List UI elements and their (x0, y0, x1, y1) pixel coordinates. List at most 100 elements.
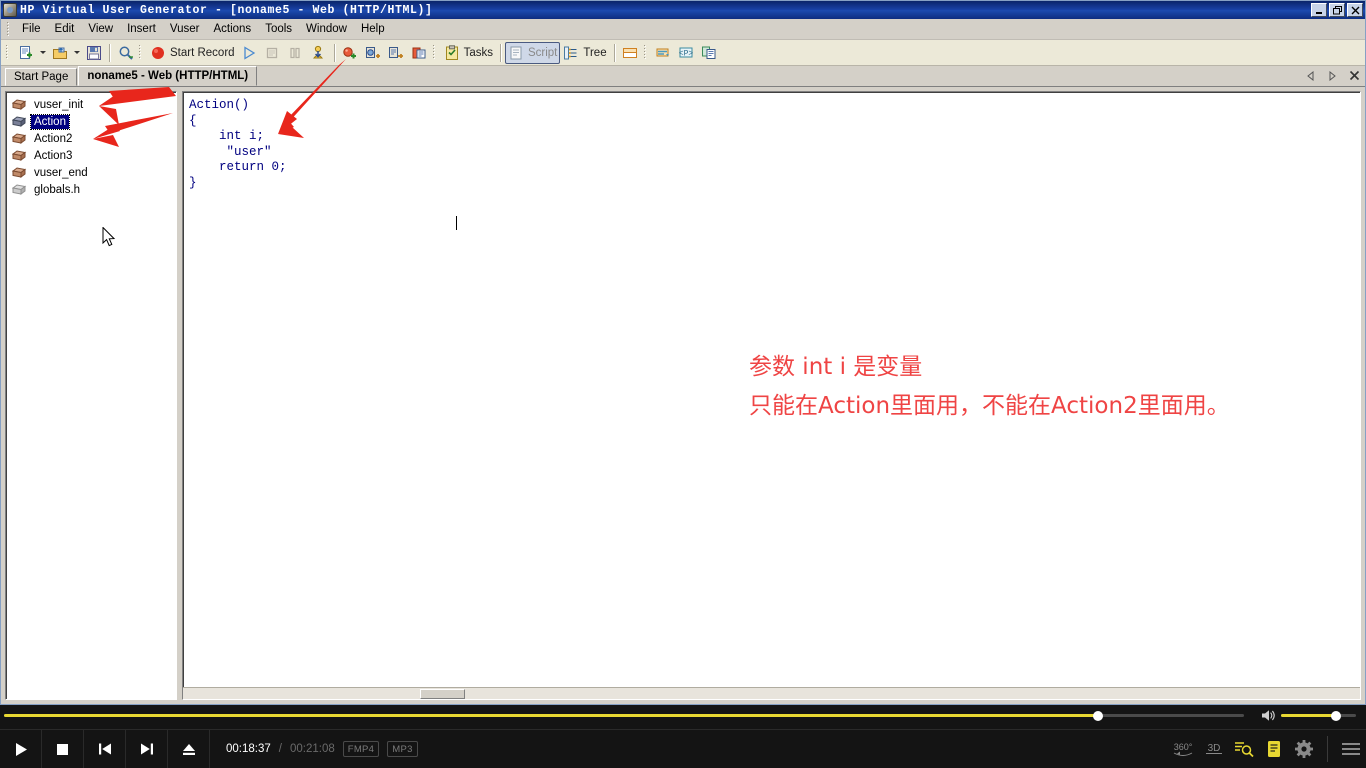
tab-noname5-label: noname5 - Web (HTTP/HTML) (87, 70, 249, 82)
parameter-button[interactable]: <P> (675, 42, 698, 64)
progress-handle[interactable] (1093, 711, 1103, 721)
tree-item-label: vuser_init (34, 98, 84, 111)
volume-slider[interactable] (1281, 710, 1356, 721)
action-block-icon (12, 115, 27, 127)
window-controls (1311, 3, 1363, 17)
open-script-dropdown[interactable] (71, 42, 82, 64)
toolbar-grip-2[interactable] (138, 45, 143, 61)
video-player-bar: 00:18:37 / 00:21:08 FMP4 MP3 360° 3D (0, 705, 1366, 768)
main-toolbar: Start Record Tasks Script Tree <P> (1, 40, 1365, 66)
open-script-button[interactable] (48, 42, 71, 64)
progress-bar[interactable] (4, 714, 1244, 717)
comment-button[interactable] (408, 42, 431, 64)
eject-button[interactable] (168, 729, 210, 768)
previous-track-button[interactable] (84, 729, 126, 768)
script-view-button[interactable]: Script (504, 41, 561, 64)
code-editor[interactable]: Action() { int i; "user" return 0; } (183, 92, 1360, 191)
menu-insert[interactable]: Insert (120, 21, 163, 37)
stop-button[interactable] (261, 42, 284, 64)
toolbar-sep-4 (613, 43, 615, 62)
scrollbar-thumb[interactable] (420, 689, 465, 699)
search-zoom-icon[interactable] (1229, 730, 1259, 768)
tree-item-label: Action3 (34, 149, 73, 162)
code-line: { (189, 113, 197, 128)
restore-icon[interactable] (1329, 3, 1345, 17)
tree-item-action2[interactable]: Action2 (12, 130, 176, 147)
tab-noname5[interactable]: noname5 - Web (HTTP/HTML) (78, 66, 258, 86)
menu-edit[interactable]: Edit (48, 21, 82, 37)
new-script-dropdown[interactable] (37, 42, 48, 64)
menu-window[interactable]: Window (299, 21, 354, 37)
annotation-line-2: 只能在Action里面用，不能在Action2里面用。 (749, 393, 1230, 419)
zoom-button[interactable] (114, 42, 137, 64)
toolbar-sep-2 (333, 43, 335, 62)
volume-handle[interactable] (1331, 710, 1341, 721)
notes-icon[interactable] (1259, 730, 1289, 768)
code-line: Action() (189, 98, 250, 112)
tab-start-page[interactable]: Start Page (5, 68, 78, 86)
stop-button[interactable] (42, 729, 84, 768)
screen-root: HP Virtual User Generator - [noname5 - W… (0, 0, 1366, 768)
3d-view-icon[interactable]: 3D (1199, 730, 1229, 768)
menu-grip[interactable] (6, 21, 11, 38)
recording-options-button[interactable] (652, 42, 675, 64)
annotation-text: 参数 int i 是变量 只能在Action里面用，不能在Action2里面用。 (749, 348, 1230, 426)
menu-help[interactable]: Help (354, 21, 392, 37)
script-view-label: Script (527, 46, 558, 59)
tree-item-action3[interactable]: Action3 (12, 147, 176, 164)
think-time-button[interactable] (385, 42, 408, 64)
pause-button[interactable] (284, 42, 307, 64)
menu-tools[interactable]: Tools (258, 21, 299, 37)
tree-item-action[interactable]: Action (12, 113, 176, 130)
new-script-button[interactable] (14, 42, 37, 64)
time-separator: / (278, 743, 282, 755)
vuser-download-button[interactable] (307, 42, 330, 64)
menu-hamburger-icon[interactable] (1336, 730, 1366, 768)
snapshot-button[interactable] (698, 42, 721, 64)
toolbar-grip-4[interactable] (643, 45, 648, 61)
tree-item-globals-h[interactable]: globals.h (12, 181, 176, 198)
video-format-badge: FMP4 (342, 741, 380, 757)
tree-view-button[interactable]: Tree (560, 42, 609, 64)
title-bar: HP Virtual User Generator - [noname5 - W… (1, 1, 1365, 19)
rendezvous-button[interactable] (362, 42, 385, 64)
script-editor-pane[interactable]: Action() { int i; "user" return 0; } 参数 … (182, 91, 1361, 700)
tree-item-label: vuser_end (34, 166, 88, 179)
save-script-button[interactable] (82, 42, 105, 64)
menu-file[interactable]: File (15, 21, 48, 37)
split-window-button[interactable] (619, 42, 642, 64)
next-track-button[interactable] (126, 729, 168, 768)
menu-actions[interactable]: Actions (206, 21, 258, 37)
menu-view[interactable]: View (81, 21, 120, 37)
progress-row (0, 705, 1366, 729)
menu-bar: File Edit View Insert Vuser Actions Tool… (1, 19, 1365, 40)
application-window: HP Virtual User Generator - [noname5 - W… (0, 0, 1366, 705)
tree-item-vuser-end[interactable]: vuser_end (12, 164, 176, 181)
start-record-button[interactable]: Start Record (147, 42, 238, 64)
header-file-icon (12, 183, 27, 195)
tree-item-vuser-init[interactable]: vuser_init (12, 96, 176, 113)
text-caret (456, 216, 457, 230)
toolbar-grip-1[interactable] (5, 45, 10, 61)
horizontal-scrollbar[interactable] (183, 687, 1360, 699)
script-sections-tree: vuser_init Action Action2 Action3 vuser_… (6, 92, 176, 198)
toolbar-grip-3[interactable] (432, 45, 437, 61)
next-tab-icon[interactable] (1326, 68, 1339, 83)
progress-fill (4, 714, 1101, 717)
tasks-button[interactable]: Tasks (441, 42, 496, 64)
document-tab-bar: Start Page noname5 - Web (HTTP/HTML) (1, 66, 1365, 87)
play-button[interactable] (0, 729, 42, 768)
prev-tab-icon[interactable] (1304, 68, 1317, 83)
close-icon[interactable] (1347, 3, 1363, 17)
settings-gear-icon[interactable] (1289, 730, 1319, 768)
add-transaction-button[interactable] (339, 42, 362, 64)
player-right-tools: 360° 3D (1169, 730, 1366, 768)
time-display: 00:18:37 / 00:21:08 FMP4 MP3 (226, 741, 418, 757)
run-button[interactable] (238, 42, 261, 64)
start-record-label: Start Record (170, 46, 235, 59)
volume-speaker-icon[interactable] (1261, 709, 1276, 722)
minimize-icon[interactable] (1311, 3, 1327, 17)
menu-vuser[interactable]: Vuser (163, 21, 207, 37)
360-view-icon[interactable]: 360° (1169, 730, 1199, 768)
close-tab-icon[interactable] (1348, 68, 1361, 83)
